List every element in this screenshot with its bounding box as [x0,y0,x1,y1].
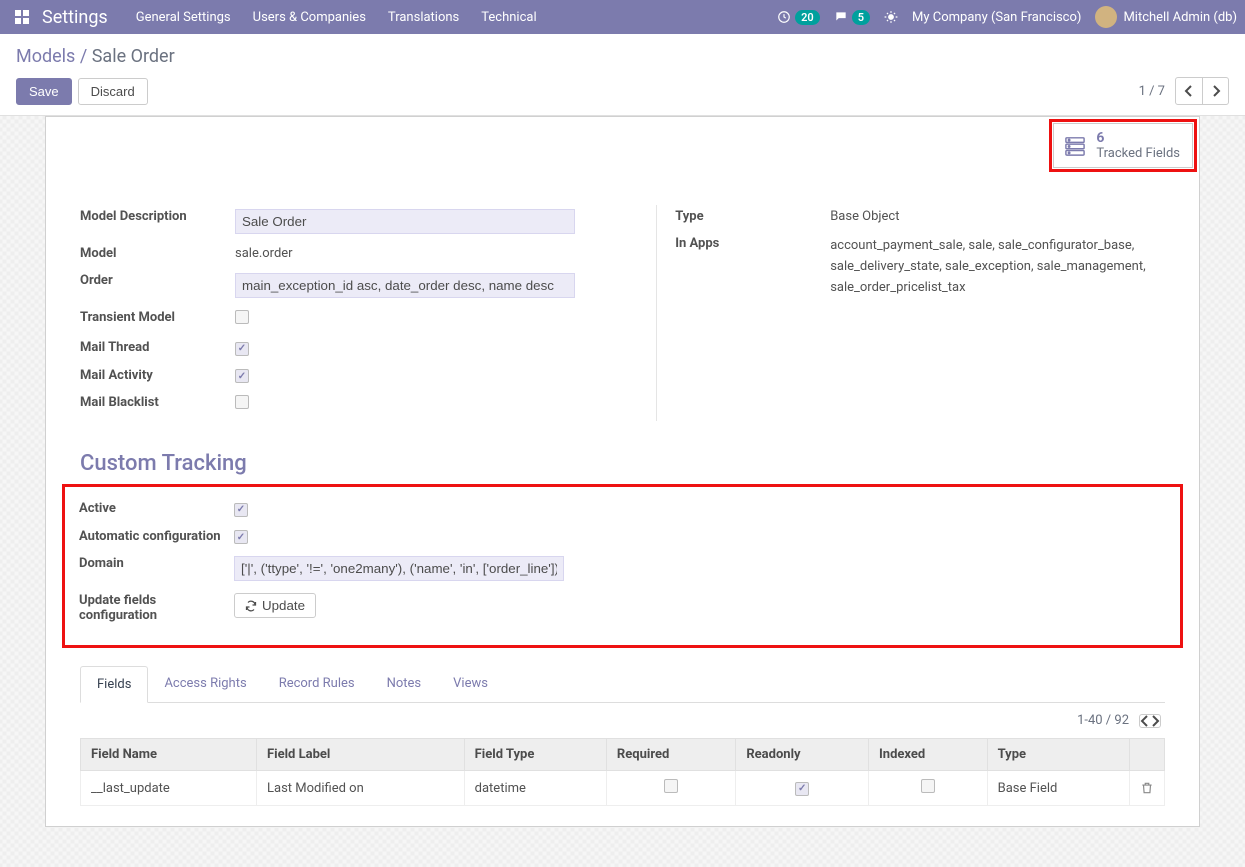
label-in-apps: In Apps [675,232,830,251]
tab-record-rules[interactable]: Record Rules [263,666,371,702]
value-model: sale.order [235,242,644,261]
label-domain: Domain [79,552,234,571]
topbar: Settings General Settings Users & Compan… [0,0,1245,34]
company-selector[interactable]: My Company (San Francisco) [912,10,1081,25]
label-model-description: Model Description [80,205,235,224]
breadcrumb: Models / Sale Order [16,46,1229,67]
tab-fields[interactable]: Fields [80,666,148,703]
refresh-icon [245,600,257,612]
chat-badge: 5 [852,10,870,25]
save-button[interactable]: Save [16,78,72,105]
label-order: Order [80,269,235,288]
breadcrumb-current: Sale Order [92,46,175,67]
th-field-label[interactable]: Field Label [257,739,465,771]
clock-indicator[interactable]: 20 [777,10,820,25]
trash-icon[interactable] [1140,781,1154,795]
value-type: Base Object [830,205,1165,224]
label-model: Model [80,242,235,261]
label-active: Active [79,497,234,516]
pager-prev[interactable] [1176,78,1202,104]
tracked-fields-stat[interactable]: 6 Tracked Fields [1053,123,1193,168]
label-update-config: Update fields configuration [79,589,234,623]
th-required[interactable]: Required [606,739,735,771]
tabs: Fields Access Rights Record Rules Notes … [80,666,1165,703]
breadcrumb-parent[interactable]: Models [16,46,75,67]
table-row[interactable]: __last_update Last Modified on datetime … [81,771,1165,806]
label-type: Type [675,205,830,224]
fields-table: Field Name Field Label Field Type Requir… [80,738,1165,806]
checkbox-mail-blacklist[interactable] [235,395,249,409]
update-button[interactable]: Update [234,593,316,618]
custom-tracking-box: Active Automatic configuration Domain Up… [62,484,1183,648]
section-custom-tracking: Custom Tracking [80,451,1165,476]
cell-field-label: Last Modified on [257,771,465,806]
label-mail-activity: Mail Activity [80,364,235,383]
avatar [1095,6,1117,28]
clock-badge: 20 [795,10,820,25]
bug-icon[interactable] [884,10,898,24]
subpager-prev[interactable] [1140,715,1150,727]
user-name: Mitchell Admin (db) [1123,10,1237,25]
menu-general-settings[interactable]: General Settings [136,10,231,25]
tab-views[interactable]: Views [437,666,504,702]
cell-readonly[interactable] [795,782,809,796]
cell-required[interactable] [664,779,678,793]
label-transient: Transient Model [80,306,235,325]
input-model-description[interactable] [235,209,575,234]
tab-access-rights[interactable]: Access Rights [148,666,262,702]
checkbox-mail-activity[interactable] [235,369,249,383]
label-mail-blacklist: Mail Blacklist [80,391,235,410]
input-order[interactable] [235,273,575,298]
th-field-type[interactable]: Field Type [464,739,606,771]
cell-type: Base Field [987,771,1129,806]
update-button-label: Update [262,598,305,613]
apps-icon[interactable] [8,10,36,24]
subpager-text[interactable]: 1-40 / 92 [1077,713,1129,728]
checkbox-transient[interactable] [235,310,249,324]
th-type[interactable]: Type [987,739,1129,771]
pager-text[interactable]: 1 / 7 [1139,84,1165,99]
cell-indexed[interactable] [921,779,935,793]
value-in-apps: account_payment_sale, sale, sale_configu… [830,232,1165,298]
discard-button[interactable]: Discard [78,78,148,105]
subpager-next[interactable] [1150,715,1160,727]
cell-field-name: __last_update [81,771,257,806]
app-title[interactable]: Settings [42,7,108,28]
server-icon [1064,136,1086,156]
label-auto-config: Automatic configuration [79,525,234,544]
menu-users-companies[interactable]: Users & Companies [253,10,366,25]
menu-translations[interactable]: Translations [388,10,459,25]
cell-field-type: datetime [464,771,606,806]
tab-notes[interactable]: Notes [371,666,438,702]
checkbox-active[interactable] [234,503,248,517]
input-domain[interactable] [234,556,564,581]
checkbox-auto-config[interactable] [234,530,248,544]
th-readonly[interactable]: Readonly [736,739,869,771]
th-indexed[interactable]: Indexed [868,739,987,771]
chat-indicator[interactable]: 5 [834,10,870,25]
pager-next[interactable] [1202,78,1228,104]
stat-label: Tracked Fields [1096,146,1180,161]
th-field-name[interactable]: Field Name [81,739,257,771]
checkbox-mail-thread[interactable] [235,342,249,356]
stat-count: 6 [1096,130,1180,146]
form-sheet: 6 Tracked Fields Model Description Model… [45,116,1200,827]
controlbar: Models / Sale Order Save Discard 1 / 7 [0,34,1245,116]
user-menu[interactable]: Mitchell Admin (db) [1095,6,1237,28]
menu-technical[interactable]: Technical [481,10,536,25]
label-mail-thread: Mail Thread [80,336,235,355]
